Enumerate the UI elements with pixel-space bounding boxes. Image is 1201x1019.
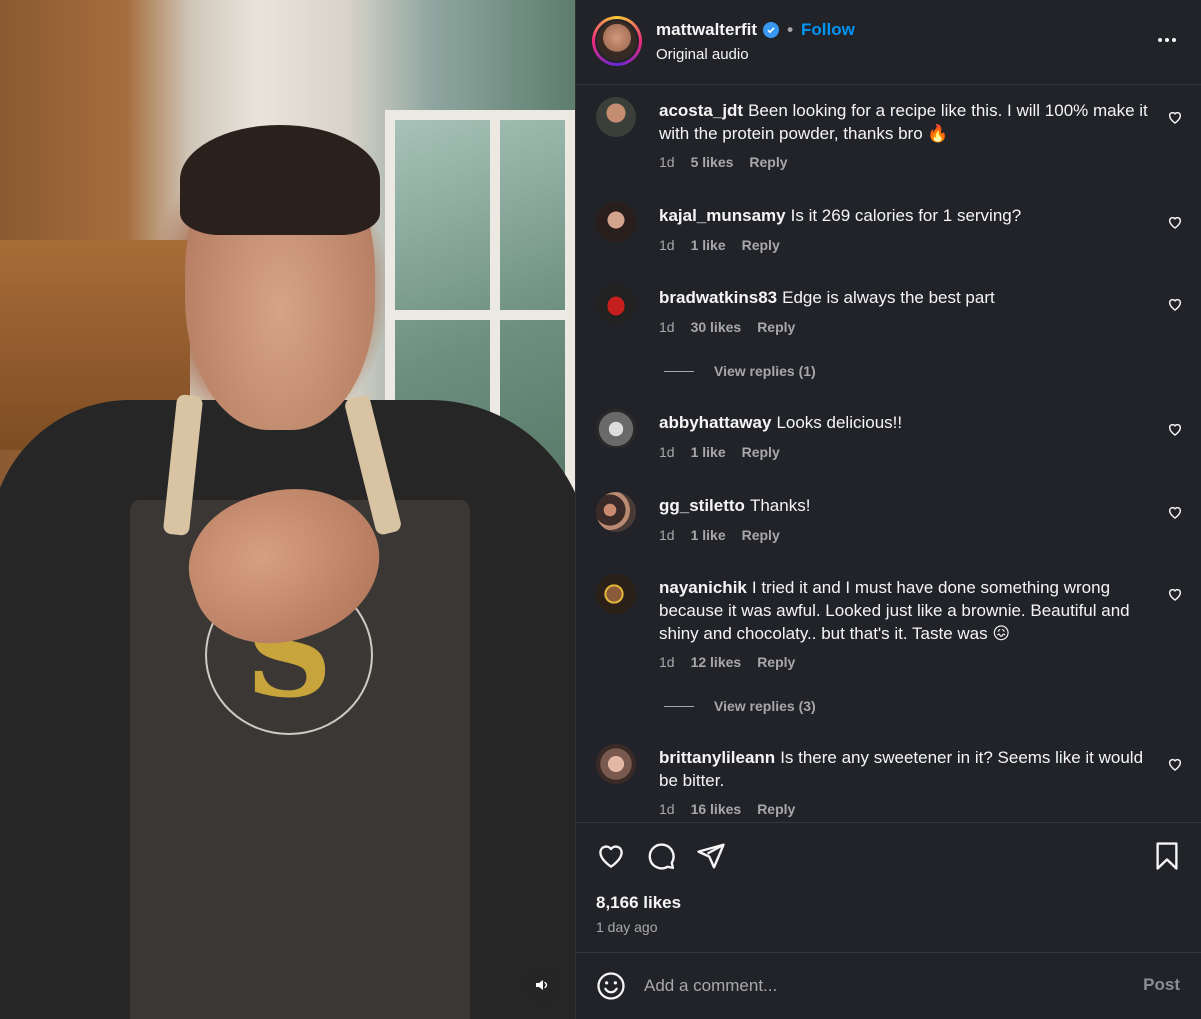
comment-time[interactable]: 1d: [659, 237, 675, 253]
header-separator: •: [787, 20, 794, 39]
comment-likes[interactable]: 1 like: [691, 237, 726, 253]
comment-heart-icon[interactable]: [1167, 586, 1183, 602]
commenter-username[interactable]: gg_stiletto: [659, 496, 745, 515]
comment-time[interactable]: 1d: [659, 444, 675, 460]
comment-heart-icon[interactable]: [1167, 421, 1183, 437]
commenter-avatar[interactable]: [596, 492, 636, 532]
post-comment-button[interactable]: Post: [1143, 975, 1180, 995]
comment-heart-icon[interactable]: [1167, 109, 1183, 125]
share-icon[interactable]: [696, 841, 726, 871]
heart-icon[interactable]: [596, 841, 626, 871]
follow-button[interactable]: Follow: [801, 20, 855, 40]
comment-likes[interactable]: 12 likes: [691, 654, 742, 670]
commenter-avatar[interactable]: [596, 97, 636, 137]
reply-button[interactable]: Reply: [757, 801, 795, 817]
comment-time[interactable]: 1d: [659, 154, 675, 170]
add-comment-bar: Post: [576, 952, 1201, 1019]
commenter-avatar[interactable]: [596, 574, 636, 614]
commenter-username[interactable]: acosta_jdt: [659, 101, 743, 120]
comment-time[interactable]: 1d: [659, 801, 675, 817]
comment-time[interactable]: 1d: [659, 319, 675, 335]
comment-likes[interactable]: 5 likes: [691, 154, 734, 170]
comment-heart-icon[interactable]: [1167, 504, 1183, 520]
commenter-username[interactable]: bradwatkins83: [659, 288, 777, 307]
reel-video[interactable]: S: [0, 0, 575, 1019]
comment-text: Is it 269 calories for 1 serving?: [790, 206, 1022, 225]
commenter-username[interactable]: kajal_munsamy: [659, 206, 786, 225]
comment-heart-icon[interactable]: [1167, 296, 1183, 312]
video-person-hair: [180, 125, 380, 235]
comments-list[interactable]: acosta_jdt Been looking for a recipe like…: [576, 86, 1201, 822]
comment-likes[interactable]: 30 likes: [691, 319, 742, 335]
commenter-username[interactable]: brittanylileann: [659, 748, 775, 767]
comment-text: Thanks!: [749, 496, 811, 515]
comment-likes[interactable]: 16 likes: [691, 801, 742, 817]
comment-input[interactable]: [644, 971, 1104, 1001]
post-header: mattwalterfit • Follow Original audio: [576, 0, 1201, 85]
reply-button[interactable]: Reply: [757, 654, 795, 670]
reply-button[interactable]: Reply: [742, 237, 780, 253]
commenter-avatar[interactable]: [596, 409, 636, 449]
comment-heart-icon[interactable]: [1167, 756, 1183, 772]
author-avatar[interactable]: [592, 16, 642, 66]
reply-button[interactable]: Reply: [749, 154, 787, 170]
comment-text: Edge is always the best part: [782, 288, 995, 307]
view-replies-button[interactable]: View replies (3): [664, 698, 816, 714]
comment-heart-icon[interactable]: [1167, 214, 1183, 230]
emoji-icon[interactable]: [596, 971, 626, 1001]
bookmark-icon[interactable]: [1152, 841, 1182, 871]
author-username[interactable]: mattwalterfit: [656, 20, 757, 40]
comment-likes[interactable]: 1 like: [691, 527, 726, 543]
post-actions: 8,166 likes 1 day ago: [576, 822, 1201, 952]
post-timestamp[interactable]: 1 day ago: [596, 919, 658, 935]
verified-badge-icon: [763, 22, 780, 38]
view-replies-button[interactable]: View replies (1): [664, 363, 816, 379]
reply-button[interactable]: Reply: [742, 527, 780, 543]
commenter-avatar[interactable]: [596, 744, 636, 784]
comment-text: Looks delicious!!: [776, 413, 903, 432]
reply-button[interactable]: Reply: [742, 444, 780, 460]
comment-likes[interactable]: 1 like: [691, 444, 726, 460]
commenter-avatar[interactable]: [596, 284, 636, 324]
more-options-icon[interactable]: [1152, 28, 1182, 52]
commenter-username[interactable]: nayanichik: [659, 578, 747, 597]
comment-time[interactable]: 1d: [659, 654, 675, 670]
commenter-avatar[interactable]: [596, 202, 636, 242]
speaker-icon: [536, 980, 548, 990]
likes-count[interactable]: 8,166 likes: [596, 893, 681, 913]
audio-label[interactable]: Original audio: [656, 46, 749, 63]
commenter-username[interactable]: abbyhattaway: [659, 413, 771, 432]
audio-toggle-button[interactable]: [524, 967, 560, 1003]
comment-icon[interactable]: [646, 841, 676, 871]
comment-time[interactable]: 1d: [659, 527, 675, 543]
reply-button[interactable]: Reply: [757, 319, 795, 335]
post-side-panel: mattwalterfit • Follow Original audio ac…: [575, 0, 1201, 1019]
